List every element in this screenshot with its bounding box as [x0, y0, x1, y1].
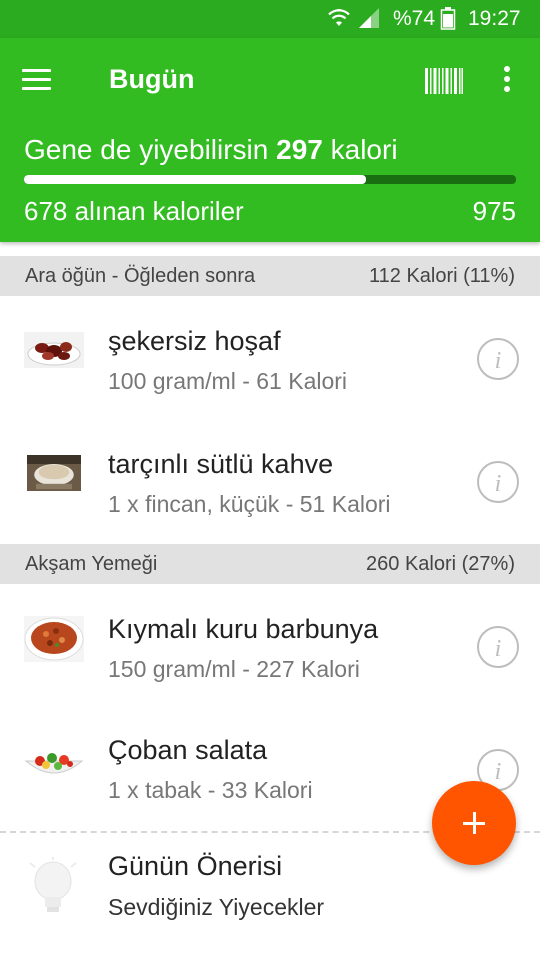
- food-item[interactable]: şekersiz hoşaf 100 gram/ml - 61 Kalori i: [0, 296, 540, 419]
- calorie-progress-bar: [24, 175, 516, 184]
- food-name: Çoban salata: [108, 735, 268, 765]
- svg-text:i: i: [495, 471, 502, 497]
- info-icon[interactable]: i: [476, 625, 520, 669]
- section-header-snack: Ara öğün - Öğleden sonra 112 Kalori (11%…: [0, 256, 540, 296]
- section-name: Ara öğün - Öğleden sonra: [25, 265, 256, 287]
- consumed-calories: 678 alınan kaloriler: [24, 196, 244, 226]
- clock: 19:27: [468, 7, 521, 30]
- food-item[interactable]: tarçınlı sütlü kahve 1 x fincan, küçük -…: [0, 419, 540, 542]
- menu-icon[interactable]: [22, 69, 51, 91]
- food-name: şekersiz hoşaf: [108, 326, 281, 356]
- section-calories: 112 Kalori (11%): [369, 265, 515, 287]
- food-item[interactable]: Kıymalı kuru barbunya 150 gram/ml - 227 …: [0, 584, 540, 707]
- food-thumbnail: [24, 332, 84, 368]
- food-name: tarçınlı sütlü kahve: [108, 449, 334, 479]
- barcode-icon[interactable]: [425, 68, 463, 94]
- calorie-progress-fill: [24, 175, 366, 184]
- battery-icon: [440, 7, 456, 30]
- section-calories: 260 Kalori (27%): [366, 553, 515, 575]
- wifi-icon: [328, 9, 350, 26]
- remaining-prefix: Gene de yiyebilirsin: [24, 134, 269, 165]
- food-detail: 150 gram/ml - 227 Kalori: [108, 656, 360, 682]
- svg-text:i: i: [495, 759, 502, 785]
- signal-icon: [359, 8, 379, 28]
- svg-text:i: i: [495, 636, 502, 662]
- tip-title: Günün Önerisi: [108, 851, 283, 881]
- page-title: Bugün: [109, 64, 195, 94]
- more-options-icon[interactable]: [498, 66, 516, 94]
- section-header-dinner: Akşam Yemeği 260 Kalori (27%): [0, 544, 540, 584]
- food-detail: 100 gram/ml - 61 Kalori: [108, 368, 348, 394]
- food-detail: 1 x tabak - 33 Kalori: [108, 777, 313, 803]
- app-bar: Bugün Gene de yiyebilirsin 297 kalori 67…: [0, 38, 540, 242]
- food-thumbnail: [27, 455, 81, 491]
- food-thumbnail: [24, 745, 84, 781]
- lightbulb-icon: [29, 857, 77, 912]
- remaining-suffix: kalori: [330, 134, 398, 165]
- food-thumbnail: [24, 616, 84, 662]
- status-bar: %74 19:27: [0, 0, 540, 38]
- battery-percent: %74: [393, 7, 436, 30]
- remaining-value: 297: [276, 134, 323, 165]
- svg-text:i: i: [495, 348, 502, 374]
- remaining-calories: Gene de yiyebilirsin 297 kalori: [24, 134, 398, 166]
- info-icon[interactable]: i: [476, 460, 520, 504]
- food-name: Kıymalı kuru barbunya: [108, 614, 379, 644]
- section-name: Akşam Yemeği: [25, 553, 158, 575]
- food-detail: 1 x fincan, küçük - 51 Kalori: [108, 491, 391, 517]
- calorie-goal: 975: [472, 196, 516, 226]
- tip-subtitle: Sevdiğiniz Yiyecekler: [108, 894, 325, 920]
- info-icon[interactable]: i: [476, 337, 520, 381]
- add-food-button[interactable]: [432, 781, 516, 865]
